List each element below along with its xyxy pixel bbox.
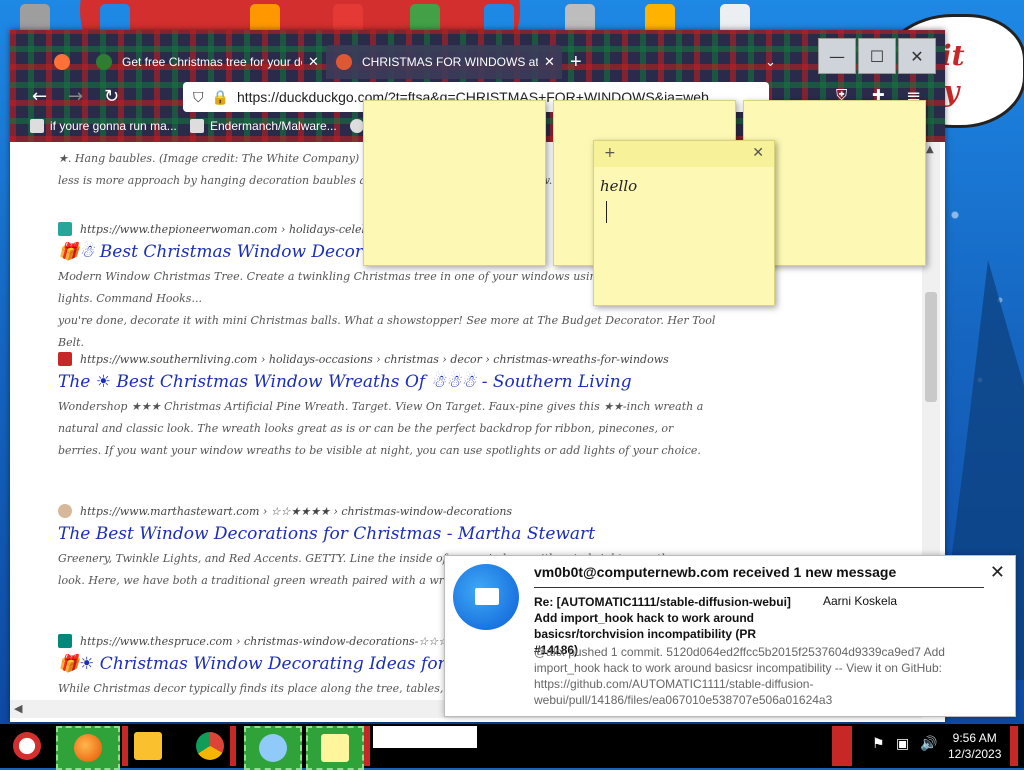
new-tab-button[interactable]: + (570, 45, 594, 79)
clock-time: 9:56 AM (952, 731, 997, 745)
chevron-down-icon[interactable]: ⌄ (765, 45, 785, 79)
tab-duckduckgo[interactable]: CHRISTMAS FOR WINDOWS at DuckDuckGo ✕ (326, 45, 562, 79)
site-favicon-icon (58, 352, 72, 366)
github-icon (190, 119, 204, 133)
tab-list-button[interactable] (44, 45, 84, 79)
network-icon[interactable]: ▣ (896, 736, 909, 752)
notification-sender: Aarni Koskela (823, 594, 898, 608)
result-snippet: Wondershop ★★★ Christmas Artificial Pine… (58, 400, 704, 457)
clock[interactable]: 9:56 AM 12/3/2023 (948, 730, 1001, 762)
flag-icon[interactable]: ⚑ (872, 736, 885, 752)
santa-start-icon (13, 732, 41, 760)
sticky-note[interactable] (363, 100, 546, 266)
firefox-icon (54, 54, 70, 70)
tree-favicon-icon (96, 54, 112, 70)
sticky-note-text[interactable]: hello (594, 167, 774, 233)
sticky-note-active[interactable]: + ✕ hello (593, 140, 775, 306)
bookmark-item[interactable]: if youre gonna run ma... (30, 119, 177, 133)
result-title-link[interactable]: The ☀ Best Christmas Window Wreaths Of ☃… (58, 372, 718, 392)
close-icon[interactable]: ✕ (308, 54, 319, 70)
site-favicon-icon (58, 222, 72, 236)
forward-button[interactable]: → (68, 86, 83, 107)
bookmark-item[interactable]: Endermanch/Malware... (190, 119, 337, 133)
scroll-left-icon[interactable]: ◀ (14, 702, 22, 715)
result-title-link[interactable]: The Best Window Decorations for Christma… (58, 524, 718, 544)
lock-icon: 🔒 (211, 88, 229, 105)
result-url[interactable]: https://www.southernliving.com › holiday… (58, 352, 718, 366)
site-favicon-icon (58, 504, 72, 518)
volume-icon[interactable]: 🔊 (920, 736, 937, 752)
reload-button[interactable]: ↻ (104, 86, 119, 107)
notification-header: vm0b0t@computernewb.com received 1 new m… (534, 564, 984, 588)
taskbar-firefox[interactable] (56, 726, 120, 770)
taskbar-chrome[interactable] (190, 726, 230, 766)
close-icon[interactable]: ✕ (990, 562, 1005, 583)
taskbar-blank-window[interactable] (373, 726, 477, 748)
taskbar-separator (832, 726, 852, 766)
taskbar-file-explorer[interactable] (128, 726, 168, 766)
result-url[interactable]: https://www.marthastewart.com › ☆☆★★★★ ›… (58, 504, 718, 518)
site-favicon-icon (58, 634, 72, 648)
mail-notification[interactable]: vm0b0t@computernewb.com received 1 new m… (444, 555, 1016, 717)
sticky-note-titlebar[interactable]: + ✕ (594, 141, 774, 167)
chrome-icon (196, 732, 224, 760)
thunderbird-icon (453, 564, 519, 630)
scroll-up-icon[interactable]: ▲ (926, 144, 934, 155)
app-icon (259, 734, 287, 762)
close-icon[interactable]: ✕ (752, 145, 764, 161)
clock-date: 12/3/2023 (948, 747, 1002, 761)
taskbar-network-app[interactable] (244, 726, 302, 770)
add-note-icon[interactable]: + (604, 145, 616, 161)
folder-icon (134, 732, 162, 760)
text-caret (606, 201, 607, 223)
firefox-icon (74, 734, 102, 762)
notification-body: @akx pushed 1 commit. 5120d064ed2ffcc5b2… (534, 645, 945, 707)
globe-icon (350, 119, 364, 133)
close-window-button[interactable]: ✕ (898, 38, 936, 74)
search-result: https://www.southernliving.com › holiday… (58, 352, 718, 462)
tab-christmas-tree[interactable]: Get free Christmas tree for your desktop… (86, 45, 326, 79)
taskbar-sticky-notes[interactable] (306, 726, 364, 770)
minimize-button[interactable]: — (818, 38, 856, 74)
bookmark-favicon-icon (30, 119, 44, 133)
shield-icon[interactable]: ⛉ (193, 89, 204, 106)
sticky-notes-icon (321, 734, 349, 762)
taskbar-separator (230, 726, 236, 766)
back-button[interactable]: ← (32, 86, 47, 107)
tab-title: CHRISTMAS FOR WINDOWS at DuckDuckGo (362, 55, 538, 69)
start-button[interactable] (4, 726, 50, 766)
tab-title: Get free Christmas tree for your desktop (122, 55, 302, 69)
show-desktop-button[interactable] (1010, 726, 1018, 766)
duckduckgo-icon (336, 54, 352, 70)
taskbar-separator (364, 726, 370, 766)
scrollbar-thumb[interactable] (925, 292, 937, 402)
close-icon[interactable]: ✕ (544, 54, 555, 70)
maximize-button[interactable]: ☐ (858, 38, 896, 74)
